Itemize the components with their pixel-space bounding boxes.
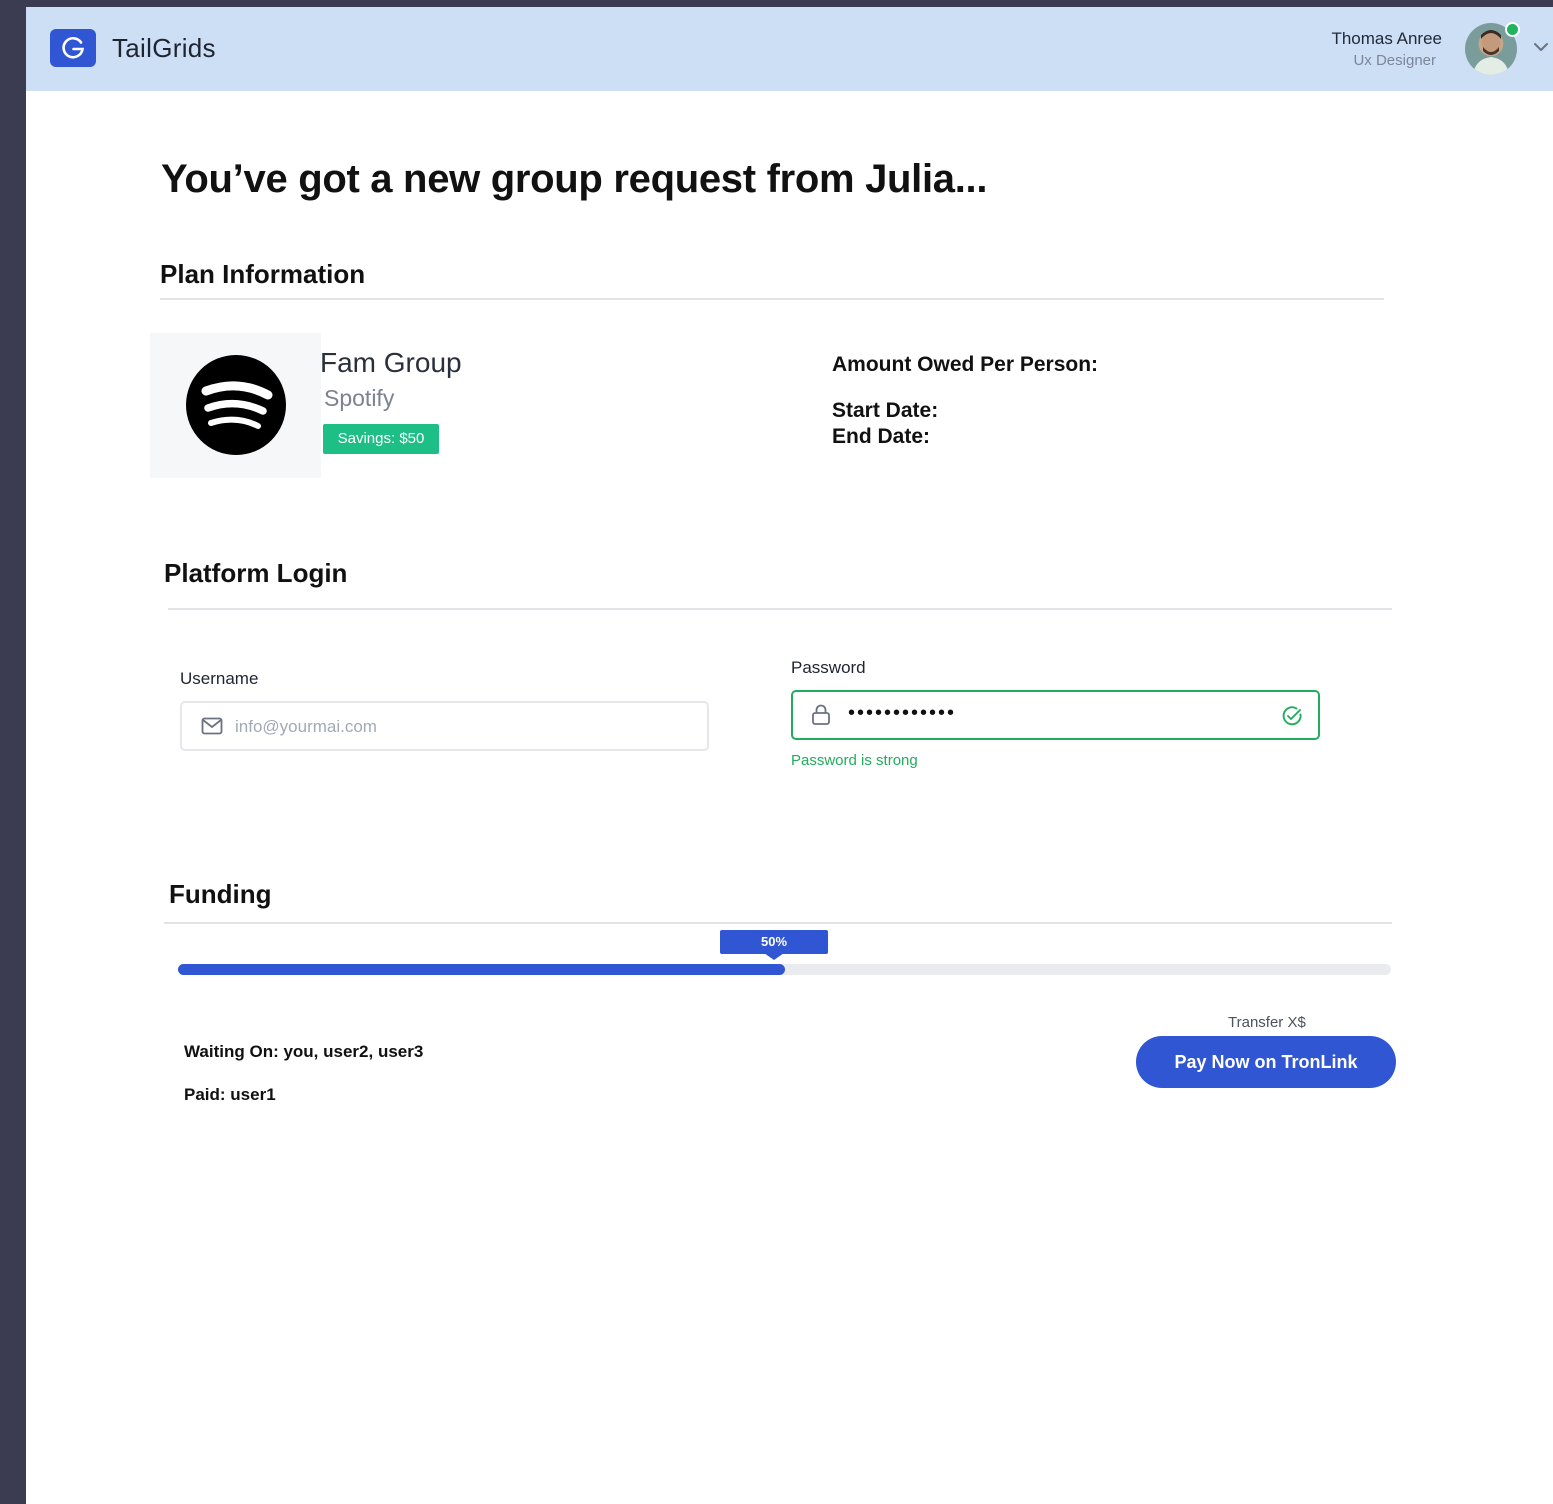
user-name[interactable]: Thomas Anree xyxy=(1331,29,1442,49)
password-strength-hint: Password is strong xyxy=(791,752,918,769)
password-label: Password xyxy=(791,658,866,677)
funding-heading: Funding xyxy=(169,879,272,909)
platform-login-heading: Platform Login xyxy=(164,558,348,588)
user-role: Ux Designer xyxy=(1353,52,1436,69)
password-value: •••••••••••• xyxy=(848,702,957,724)
funding-progress-fill xyxy=(178,964,785,975)
spotify-icon xyxy=(186,355,286,455)
brand-logo-icon[interactable] xyxy=(50,29,96,67)
plan-divider xyxy=(160,298,1384,300)
progress-tooltip-arrow xyxy=(764,953,784,960)
plan-provider: Spotify xyxy=(324,385,395,411)
savings-badge: Savings: $50 xyxy=(323,424,439,454)
password-field[interactable]: •••••••••••• xyxy=(791,690,1320,740)
username-label: Username xyxy=(180,669,259,688)
plan-name: Fam Group xyxy=(320,347,462,378)
mail-icon xyxy=(201,717,223,735)
pay-now-button[interactable]: Pay Now on TronLink xyxy=(1136,1036,1396,1088)
login-divider xyxy=(168,608,1392,610)
start-date-label: Start Date: xyxy=(832,399,939,422)
waiting-on-text: Waiting On: you, user2, user3 xyxy=(184,1042,424,1061)
lock-icon xyxy=(812,704,830,725)
username-field[interactable]: info@yourmai.com xyxy=(180,701,709,751)
plan-logo xyxy=(150,333,321,478)
transfer-label: Transfer X$ xyxy=(1228,1014,1306,1031)
paid-text: Paid: user1 xyxy=(184,1085,276,1104)
top-navbar: TailGrids Thomas Anree Ux Designer xyxy=(26,7,1553,91)
brand-name[interactable]: TailGrids xyxy=(112,33,216,64)
funding-progress-bar xyxy=(178,964,1391,975)
app-page: TailGrids Thomas Anree Ux Designer You’v… xyxy=(26,7,1553,1504)
check-circle-icon xyxy=(1282,706,1302,726)
amount-owed-label: Amount Owed Per Person: xyxy=(832,353,1099,376)
funding-divider xyxy=(164,922,1392,924)
end-date-label: End Date: xyxy=(832,425,931,448)
username-placeholder: info@yourmai.com xyxy=(235,717,377,736)
chevron-down-icon[interactable] xyxy=(1533,40,1549,58)
plan-information-heading: Plan Information xyxy=(160,259,366,289)
page-title: You’ve got a new group request from Juli… xyxy=(161,157,988,201)
progress-tooltip: 50% xyxy=(720,930,828,954)
online-status-dot xyxy=(1505,22,1520,37)
